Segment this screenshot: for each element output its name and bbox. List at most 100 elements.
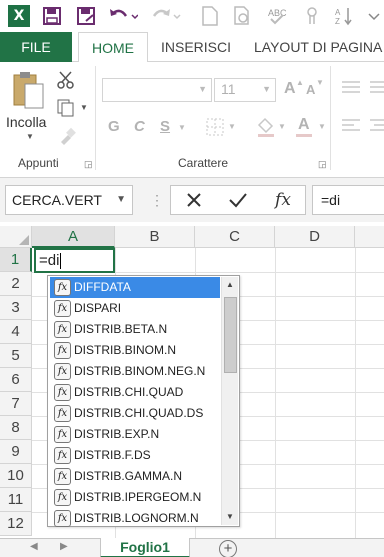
sheet-next-icon[interactable]: ▶ <box>60 541 68 552</box>
ribbon-home: Incolla ▼ ▼ Appunti ◲ ▼ 11 ▼ A ▲ A ▼ G C… <box>0 62 384 178</box>
autocomplete-item[interactable]: fx DIFFDATA <box>50 277 220 298</box>
copy-button[interactable]: ▼ <box>56 98 92 118</box>
font-launcher-icon[interactable]: ◲ <box>318 159 327 170</box>
row-header-12[interactable]: 12 <box>0 512 32 536</box>
row-header-4[interactable]: 4 <box>0 320 32 344</box>
align-extra-2-icon[interactable] <box>368 118 384 132</box>
save-icon[interactable] <box>40 5 64 27</box>
chevron-down-icon: ▼ <box>178 123 186 132</box>
row-header-11[interactable]: 11 <box>0 488 32 512</box>
column-header-c[interactable]: C <box>195 226 275 248</box>
autocomplete-item-label: DISPARI <box>74 301 122 315</box>
name-box[interactable]: CERCA.VERT ▼ <box>5 185 133 215</box>
row-header-7[interactable]: 7 <box>0 392 32 416</box>
shrink-font-button[interactable]: A <box>306 82 315 97</box>
quick-access-toolbar: X ABC AZ <box>0 0 384 32</box>
row-header-2[interactable]: 2 <box>0 272 32 296</box>
sort-icon[interactable]: AZ <box>332 5 356 27</box>
align-left-icon[interactable] <box>340 118 362 132</box>
sheet-tab-foglio1[interactable]: Foglio1 <box>100 538 190 557</box>
bold-button[interactable]: G <box>108 118 120 135</box>
autocomplete-item[interactable]: fx DISPARI <box>50 298 220 319</box>
font-size-combobox[interactable]: 11 ▼ <box>214 78 276 102</box>
scroll-down-icon[interactable]: ▼ <box>222 509 238 525</box>
row-header-6[interactable]: 6 <box>0 368 32 392</box>
align-extra-icon[interactable] <box>368 80 384 94</box>
grow-font-button[interactable]: A <box>284 80 296 98</box>
sheet-prev-icon[interactable]: ◀ <box>30 541 38 552</box>
autocomplete-item[interactable]: fx DISTRIB.CHI.QUAD <box>50 382 220 403</box>
clipboard-launcher-icon[interactable]: ◲ <box>84 159 93 170</box>
save-as-icon[interactable] <box>74 5 98 27</box>
chevron-down-icon: ▼ <box>318 122 326 131</box>
svg-text:ABC: ABC <box>268 8 287 18</box>
column-header-d[interactable]: D <box>275 226 355 248</box>
formula-input[interactable]: =di <box>312 185 384 215</box>
autocomplete-item[interactable]: fx DISTRIB.BETA.N <box>50 319 220 340</box>
format-painter-button[interactable] <box>58 126 78 146</box>
chevron-down-icon: ▼ <box>198 84 207 94</box>
borders-button[interactable]: ▼ <box>206 118 240 138</box>
add-sheet-icon[interactable]: + <box>219 540 237 557</box>
font-name-combobox[interactable]: ▼ <box>102 78 212 102</box>
font-color-button[interactable]: A ▼ <box>296 116 330 138</box>
function-icon: fx <box>54 384 71 401</box>
row-header-10[interactable]: 10 <box>0 464 32 488</box>
tab-home[interactable]: HOME <box>78 32 148 63</box>
function-icon: fx <box>54 489 71 506</box>
group-label-clipboard: Appunti <box>18 156 59 170</box>
redo-icon[interactable] <box>150 5 184 27</box>
insert-function-button[interactable]: fx <box>267 186 299 214</box>
autocomplete-item[interactable]: fx DISTRIB.F.DS <box>50 445 220 466</box>
italic-button[interactable]: C <box>134 118 145 135</box>
cut-button[interactable] <box>56 70 76 90</box>
autocomplete-item[interactable]: fx DISTRIB.BINOM.N <box>50 340 220 361</box>
customize-toolbar-icon[interactable] <box>362 5 384 27</box>
print-preview-icon[interactable] <box>230 5 254 27</box>
column-header-e[interactable] <box>355 226 384 248</box>
align-top-icon[interactable] <box>340 80 362 94</box>
autocomplete-item[interactable]: fx DISTRIB.CHI.QUAD.DS <box>50 403 220 424</box>
row-header-1[interactable]: 1 <box>0 248 32 272</box>
column-header-a[interactable]: A <box>32 226 115 248</box>
cancel-icon[interactable] <box>179 186 209 214</box>
ribbon-tabs: FILE HOME INSERISCI LAYOUT DI PAGINA <box>0 32 384 63</box>
autocomplete-scrollbar[interactable]: ▲ ▼ <box>221 277 238 525</box>
row-header-3[interactable]: 3 <box>0 296 32 320</box>
font-size-value: 11 <box>221 81 236 97</box>
autocomplete-item-label: DISTRIB.GAMMA.N <box>74 469 183 483</box>
autocomplete-item[interactable]: fx DISTRIB.IPERGEOM.N <box>50 487 220 508</box>
autocomplete-item-label: DISTRIB.EXP.N <box>74 427 160 441</box>
tab-insert[interactable]: INSERISCI <box>160 32 232 62</box>
fill-color-button[interactable]: ▼ <box>256 116 290 138</box>
row-header-9[interactable]: 9 <box>0 440 32 464</box>
new-document-icon[interactable] <box>198 5 222 27</box>
function-autocomplete-list[interactable]: fx DIFFDATA fx DISPARI fx DISTRIB.BETA.N fx… <box>47 275 240 527</box>
column-header-b[interactable]: B <box>115 226 195 248</box>
select-all-button[interactable] <box>0 226 32 248</box>
borders-icon <box>206 118 224 136</box>
tab-page-layout[interactable]: LAYOUT DI PAGINA <box>254 32 384 62</box>
scrollbar-thumb[interactable] <box>224 297 237 373</box>
underline-button[interactable]: S <box>160 118 170 135</box>
autocomplete-item-label: DISTRIB.CHI.QUAD.DS <box>74 406 204 420</box>
enter-check-icon[interactable] <box>223 186 253 214</box>
scroll-up-icon[interactable]: ▲ <box>222 277 238 293</box>
autocomplete-item[interactable]: fx DISTRIB.BINOM.NEG.N <box>50 361 220 382</box>
row-header-5[interactable]: 5 <box>0 344 32 368</box>
active-cell-a1[interactable]: =di <box>34 248 115 273</box>
spelling-check-icon[interactable]: ABC <box>266 5 290 27</box>
svg-text:Z: Z <box>335 17 340 26</box>
row-header-8[interactable]: 8 <box>0 416 32 440</box>
paste-button[interactable]: Incolla ▼ <box>6 68 52 141</box>
autocomplete-item[interactable]: fx DISTRIB.EXP.N <box>50 424 220 445</box>
autocomplete-item[interactable]: fx DISTRIB.LOGNORM.N <box>50 508 220 527</box>
autocomplete-item-label: DISTRIB.BINOM.NEG.N <box>74 364 206 378</box>
autocomplete-item[interactable]: fx DISTRIB.GAMMA.N <box>50 466 220 487</box>
function-icon: fx <box>54 321 71 338</box>
undo-icon[interactable] <box>106 5 140 27</box>
touch-mode-icon[interactable] <box>300 5 324 27</box>
chevron-down-icon[interactable]: ▼ <box>116 186 126 214</box>
formula-bar-grip-icon: ⋮ <box>150 192 164 208</box>
tab-file[interactable]: FILE <box>0 32 72 62</box>
